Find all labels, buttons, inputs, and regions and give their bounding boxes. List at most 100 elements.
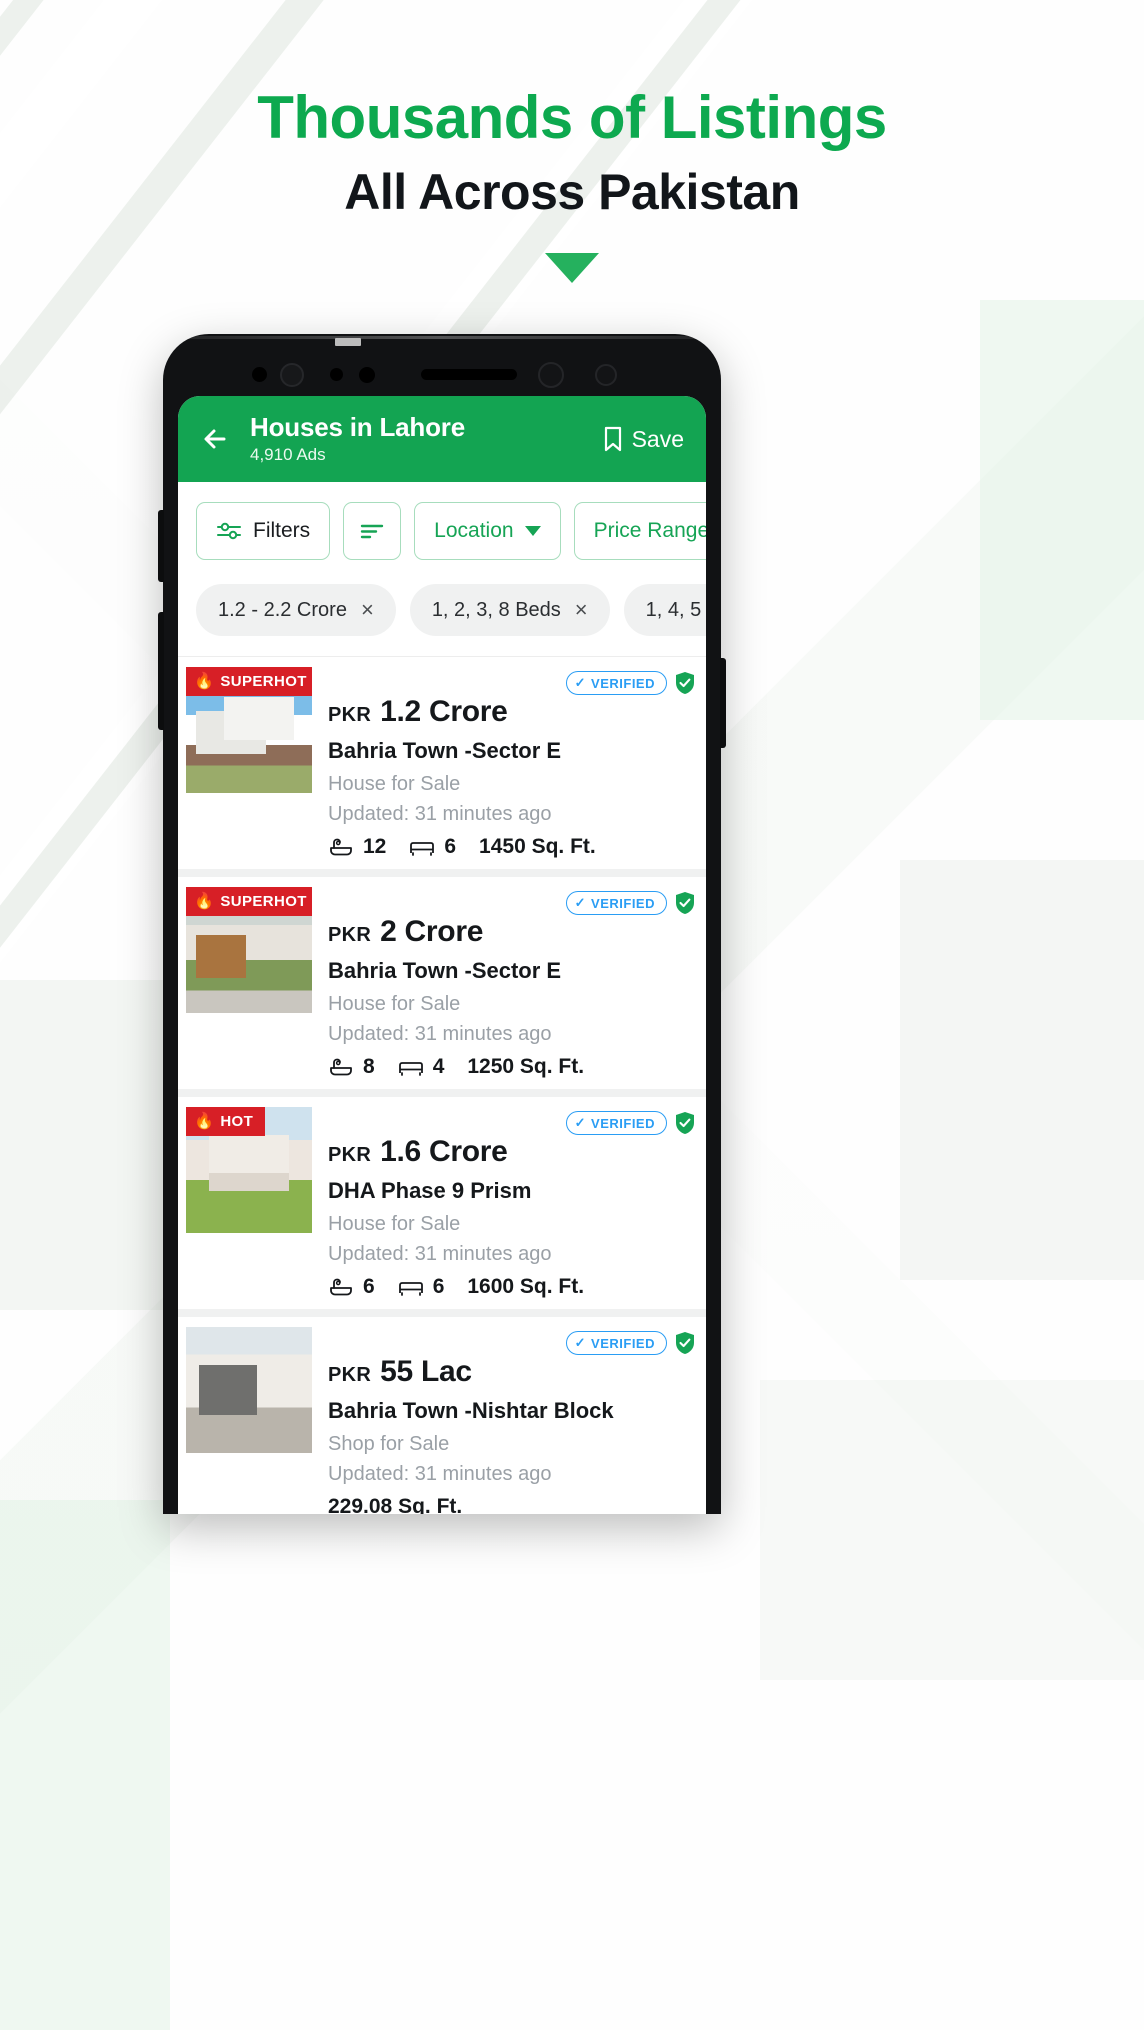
applied-filter-chip[interactable]: 1.2 - 2.2 Crore × (196, 584, 396, 636)
verified-badge: ✓ VERIFIED (565, 671, 667, 695)
listing-updated: Updated: 31 minutes ago (328, 803, 552, 825)
price-line: PKR 55 Lac (328, 1355, 696, 1389)
listing-location: Bahria Town -Sector E (328, 738, 562, 763)
price-range-label: Price Range (593, 519, 706, 542)
listing-thumbnail[interactable] (186, 1327, 312, 1453)
phone-top-highlight (187, 336, 697, 339)
remove-chip-icon[interactable]: × (361, 597, 374, 623)
listing-thumbnail[interactable]: 🔥 SUPERHOT (186, 667, 312, 793)
sensor-dot-icon (595, 364, 617, 386)
front-camera-icon (538, 362, 564, 388)
listing-details: ✓ VERIFIED PKR 1.6 Crore DHA Phase 9 Pri… (312, 1107, 706, 1299)
beds-spec: 4 (398, 1055, 444, 1079)
beds-spec: 6 (409, 835, 456, 859)
check-icon: ✓ (574, 895, 587, 910)
phone-volume-button (158, 612, 164, 730)
sliders-icon (217, 522, 241, 540)
flame-icon: 🔥 (194, 892, 215, 910)
verified-label: VERIFIED (591, 675, 655, 691)
badge-label: HOT (220, 1113, 254, 1130)
hero-section: Thousands of Listings All Across Pakista… (0, 84, 1144, 283)
phone-power-button (720, 658, 726, 748)
bathtub-icon (330, 838, 352, 856)
verified-row: ✓ VERIFIED (328, 671, 696, 695)
header-title-group: Houses in Lahore 4,910 Ads (250, 412, 602, 465)
listing-specs: 229.08 Sq. Ft. (328, 1495, 696, 1514)
back-button[interactable] (196, 419, 236, 459)
sort-button[interactable] (343, 502, 402, 560)
sort-icon (360, 524, 384, 539)
currency-label: PKR (328, 1144, 372, 1166)
shield-check-icon (676, 1112, 694, 1134)
hero-headline-primary: Thousands of Listings (257, 84, 887, 151)
location-dropdown[interactable]: Location (414, 502, 561, 560)
listing-card[interactable]: ✓ VERIFIED PKR 55 Lac Bahria Town -Nisht… (178, 1317, 706, 1514)
listing-location: Bahria Town -Nishtar Block (328, 1398, 614, 1423)
listing-details: ✓ VERIFIED PKR 1.2 Crore Bahria Town -Se… (312, 667, 706, 859)
phone-sensor-row (163, 362, 721, 388)
price-range-dropdown[interactable]: Price Range (573, 502, 706, 560)
chip-label: 1, 4, 5 Baths (645, 598, 706, 621)
listing-location: Bahria Town -Sector E (328, 958, 562, 983)
listing-property-type: House for Sale (328, 993, 461, 1015)
save-search-button[interactable]: Save (602, 426, 684, 453)
listings-container: 🔥 SUPERHOT ✓ VERIFIED PKR 1.2 Crore Bahr… (178, 657, 706, 1514)
currency-label: PKR (328, 924, 372, 946)
remove-chip-icon[interactable]: × (575, 597, 588, 623)
applied-filter-chip[interactable]: 1, 4, 5 Baths × (623, 584, 706, 636)
verified-badge: ✓ VERIFIED (565, 1331, 667, 1355)
badge-label: SUPERHOT (220, 893, 307, 910)
sensor-dot-icon (252, 367, 267, 382)
applied-filters-bar: 1.2 - 2.2 Crore × 1, 2, 3, 8 Beds × 1, 4… (178, 578, 706, 657)
map-block (0, 980, 180, 1310)
map-block (900, 860, 1144, 1280)
filter-toolbar: Filters Location Price Range (178, 482, 706, 578)
price-amount: 2 Crore (380, 915, 484, 948)
flame-icon: 🔥 (194, 1112, 215, 1130)
verified-badge: ✓ VERIFIED (565, 891, 667, 915)
save-label: Save (631, 425, 684, 452)
front-camera-icon (280, 363, 304, 387)
badge-label: SUPERHOT (220, 673, 307, 690)
check-icon: ✓ (574, 1335, 587, 1350)
currency-label: PKR (328, 704, 372, 726)
scroll-down-arrow-icon (545, 252, 599, 283)
hot-badge: 🔥 HOT (186, 1107, 266, 1136)
shield-check-icon (676, 1332, 694, 1354)
listing-specs: 8 4 1250 Sq. Ft. (328, 1055, 696, 1079)
chip-label: 1, 2, 3, 8 Beds (431, 598, 561, 621)
filters-button[interactable]: Filters (196, 502, 331, 560)
filters-label: Filters (253, 519, 311, 542)
hero-headline-secondary: All Across Pakistan (344, 163, 800, 220)
listing-property-type: House for Sale (328, 1213, 461, 1235)
listing-thumbnail[interactable]: 🔥 HOT (186, 1107, 312, 1233)
phone-antenna-band (335, 338, 361, 346)
applied-filter-chip[interactable]: 1, 2, 3, 8 Beds × (409, 584, 610, 636)
bed-icon (398, 1282, 423, 1296)
bathtub-icon (330, 1278, 352, 1296)
price-amount: 1.2 Crore (380, 695, 508, 728)
bed-icon (410, 842, 435, 856)
listing-card[interactable]: 🔥 SUPERHOT ✓ VERIFIED (178, 657, 706, 869)
listing-area: 1250 Sq. Ft. (467, 1055, 585, 1078)
page-title: Houses in Lahore (250, 412, 465, 443)
listing-thumbnail[interactable]: 🔥 SUPERHOT (186, 887, 312, 1013)
map-block (760, 1380, 1144, 1680)
verified-badge: ✓ VERIFIED (565, 1111, 667, 1135)
listing-card[interactable]: 🔥 HOT ✓ VERIFIED PKR 1.6 Crore DHA Phase… (178, 1097, 706, 1309)
listing-location: DHA Phase 9 Prism (328, 1178, 532, 1203)
verified-row: ✓ VERIFIED (328, 1331, 696, 1355)
listing-card[interactable]: 🔥 SUPERHOT ✓ VERIFIED (178, 877, 706, 1089)
price-line: PKR 1.2 Crore (328, 695, 696, 729)
sensor-dot-icon (359, 367, 375, 383)
beds-count: 6 (432, 1275, 445, 1298)
baths-spec: 8 (328, 1055, 375, 1079)
sensor-dot-icon (330, 368, 343, 381)
listing-property-type: Shop for Sale (328, 1433, 450, 1455)
shield-check-icon (676, 672, 694, 694)
chevron-down-icon (524, 526, 541, 536)
property-photo (186, 1327, 312, 1453)
currency-label: PKR (328, 1364, 372, 1386)
chip-label: 1.2 - 2.2 Crore (218, 598, 347, 621)
phone-screen: Houses in Lahore 4,910 Ads Save Filters … (178, 396, 706, 1514)
